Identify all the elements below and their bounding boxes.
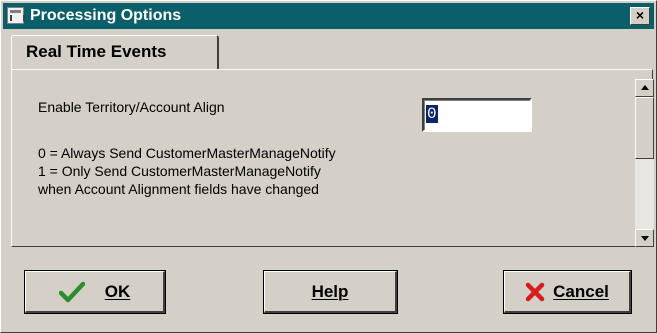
- option-value-input[interactable]: 0: [422, 98, 532, 132]
- ok-label: OK: [104, 281, 131, 301]
- processing-options-dialog: Processing Options × Real Time Events En…: [0, 0, 657, 333]
- cancel-button[interactable]: Cancel: [504, 271, 631, 313]
- scroll-thumb[interactable]: [635, 97, 654, 159]
- scroll-up-button[interactable]: [635, 79, 654, 97]
- checkmark-icon: [58, 281, 85, 302]
- description-line: 0 = Always Send CustomerMasterManageNoti…: [38, 145, 336, 161]
- option-description: 0 = Always Send CustomerMasterManageNoti…: [38, 144, 336, 198]
- scroll-down-button[interactable]: [635, 229, 654, 247]
- description-line: when Account Alignment fields have chang…: [38, 181, 319, 197]
- window-icon: [7, 7, 25, 24]
- tab-strip: Real Time Events: [3, 29, 654, 71]
- vertical-scrollbar[interactable]: [635, 79, 654, 247]
- tab-panel: Enable Territory/Account Align 0 0 = Alw…: [11, 69, 654, 247]
- help-label: Help: [311, 281, 349, 301]
- title-bar[interactable]: Processing Options ×: [3, 3, 654, 29]
- help-button[interactable]: Help: [264, 271, 397, 313]
- option-value-text: 0: [426, 105, 438, 123]
- tab-real-time-events[interactable]: Real Time Events: [11, 35, 219, 71]
- options-content: Enable Territory/Account Align 0 0 = Alw…: [28, 82, 631, 232]
- ok-button[interactable]: OK: [25, 271, 165, 313]
- option-label: Enable Territory/Account Align: [38, 99, 225, 115]
- close-button[interactable]: ×: [630, 7, 650, 25]
- cancel-x-icon: [525, 282, 545, 301]
- cancel-label: Cancel: [553, 281, 609, 301]
- window-title: Processing Options: [30, 7, 182, 24]
- description-line: 1 = Only Send CustomerMasterManageNotify: [38, 163, 321, 179]
